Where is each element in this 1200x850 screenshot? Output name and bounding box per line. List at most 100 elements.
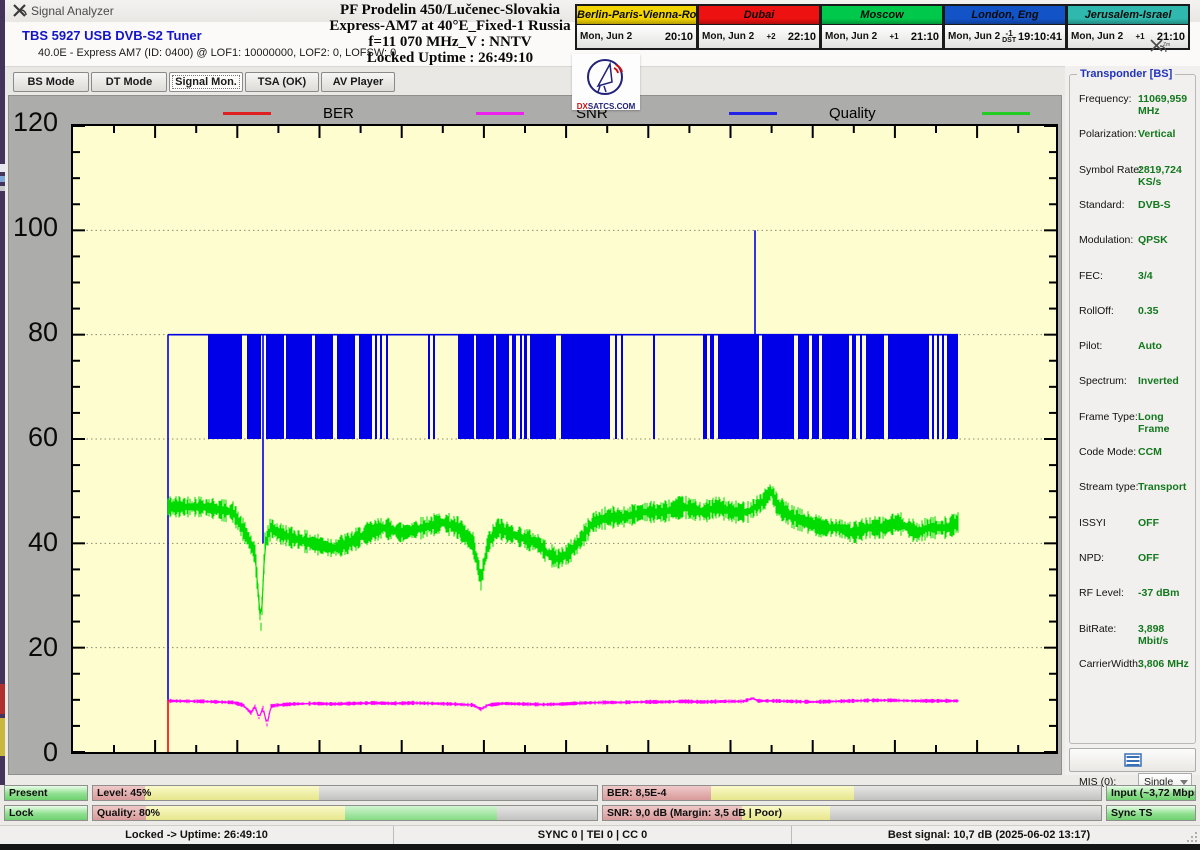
list-rows-icon: [1124, 753, 1142, 767]
transponder-row-label: Stream type:: [1079, 481, 1139, 493]
y-axis-tick-label: 60: [8, 422, 58, 453]
clock-body: Mon, Jun 2 -1 DST 19:10:41: [945, 25, 1065, 48]
transponder-row-value: 3/4: [1138, 270, 1153, 282]
clock-body: Mon, Jun 2 +2 22:10: [699, 25, 819, 48]
clock-date: Mon, Jun 2: [580, 31, 632, 42]
transponder-row-label: FEC:: [1079, 270, 1103, 282]
clock-city: Moscow: [822, 6, 942, 25]
transponder-row-label: Polarization:: [1079, 128, 1137, 140]
transponder-row-label: Modulation:: [1079, 234, 1133, 246]
level-bar-label: Level: 45%: [97, 787, 151, 799]
input-label: Input (~3,72 Mbps): [1111, 787, 1196, 799]
transponder-row-value: OFF: [1138, 552, 1159, 564]
transponder-row-value: Vertical: [1138, 128, 1175, 140]
lock-indicator: Lock: [4, 805, 88, 821]
signal-monitor-panel: BER SNR Quality Level: [8, 95, 1062, 775]
clock-city: Berlin-Paris-Vienna-Roma: [577, 6, 696, 25]
bottom-edge-strip: [0, 844, 1200, 850]
clock-date: Mon, Jun 2: [702, 31, 754, 42]
clock-date: Mon, Jun 2: [948, 31, 1000, 42]
legend-line-swatch: [223, 112, 271, 115]
app-satellite-icon: [12, 3, 28, 19]
level-bar: Level: 45%: [92, 785, 598, 801]
clock-card: Dubai Mon, Jun 2 +2 22:10: [698, 4, 821, 50]
present-label: Present: [9, 787, 48, 799]
transponder-row-label: Frequency:: [1079, 93, 1132, 105]
transponder-row-value: 11069,959 MHz: [1138, 93, 1195, 117]
transponder-row-label: NPD:: [1079, 552, 1104, 564]
transponder-row-label: Frame Type:: [1079, 411, 1138, 423]
transponder-row-value: Long Frame: [1138, 411, 1195, 435]
mini-satellite-icon: Zm: [1148, 38, 1170, 54]
quality-bar-label: Quality: 80%: [97, 807, 160, 819]
input-indicator: Input (~3,72 Mbps): [1106, 785, 1196, 801]
clock-utc-offset: +2: [754, 33, 788, 40]
transponder-row-label: RF Level:: [1079, 587, 1124, 599]
clock-date: Mon, Jun 2: [825, 31, 877, 42]
clock-time: 19:10:41: [1018, 31, 1062, 43]
clock-body: Mon, Jun 2 20:10: [577, 25, 696, 48]
clock-body: Mon, Jun 2 +1 21:10: [822, 25, 942, 48]
transponder-row-value: 3,806 MHz: [1138, 658, 1189, 670]
tab-button[interactable]: Signal Mon.: [169, 72, 243, 92]
ber-bar: BER: 8,5E-4: [602, 785, 1102, 801]
y-axis-tick-label: 0: [8, 737, 58, 768]
clock-card: Berlin-Paris-Vienna-Roma Mon, Jun 2 20:1…: [575, 4, 698, 50]
signal-chart-plot: [71, 124, 1058, 754]
transponder-row-label: CarrierWidth:: [1079, 658, 1141, 670]
y-axis-tick-label: 100: [8, 212, 58, 243]
legend-line-swatch: [476, 112, 524, 115]
status-bar: Locked -> Uptime: 26:49:10 SYNC 0 | TEI …: [0, 825, 1200, 844]
y-axis-tick-label: 120: [8, 107, 58, 138]
legend-line-swatch: [729, 112, 777, 115]
transponder-row-value: 0.35: [1138, 305, 1158, 317]
tab-button[interactable]: AV Player: [321, 72, 395, 92]
transponder-panel: Transponder [BS] Frequency: 11069,959 MH…: [1065, 66, 1200, 775]
transponder-row-value: Transport: [1138, 481, 1186, 493]
window-title: Signal Analyzer: [31, 4, 114, 18]
transponder-groupbox: Transponder [BS] Frequency: 11069,959 MH…: [1069, 74, 1196, 744]
transponder-row-value: 3,898 Mbit/s: [1138, 623, 1195, 647]
ber-bar-label: BER: 8,5E-4: [607, 787, 667, 799]
transponder-row-label: BitRate:: [1079, 623, 1116, 635]
dxsatcs-logo-icon: [584, 56, 628, 98]
transponder-row-value: Inverted: [1138, 375, 1179, 387]
clock-utc-offset: -1: [1000, 30, 1018, 37]
transponder-row-value: CCM: [1138, 446, 1162, 458]
clock-time: 21:10: [911, 31, 939, 43]
status-best-signal: Best signal: 10,7 dB (2025-06-02 13:17): [792, 826, 1186, 844]
transponder-row-value: OFF: [1138, 517, 1159, 529]
present-indicator: Present: [4, 785, 88, 801]
transponder-title: Transponder [BS]: [1077, 68, 1175, 80]
dxsatcs-logo-text: DXSATCS.COM: [572, 102, 640, 111]
tab-button[interactable]: TSA (OK): [245, 72, 319, 92]
legend-line-swatch: [982, 112, 1030, 115]
transponder-row-label: RollOff:: [1079, 305, 1114, 317]
legend-label: BER: [323, 105, 354, 122]
clock-dst-flag: DST: [1000, 37, 1018, 44]
world-clocks: Berlin-Paris-Vienna-Roma Mon, Jun 2 20:1…: [575, 4, 1190, 50]
svg-text:Zm: Zm: [1163, 42, 1170, 48]
clock-card: London, Eng Mon, Jun 2 -1 DST 19:10:41: [944, 4, 1067, 50]
transponder-row-label: Spectrum:: [1079, 375, 1127, 387]
transponder-row-value: 2819,724 KS/s: [1138, 164, 1195, 188]
legend-item: BER: [223, 105, 354, 122]
tuner-name: TBS 5927 USB DVB-S2 Tuner: [22, 28, 202, 43]
clock-utc-offset: +1: [877, 33, 911, 40]
quality-bar: Quality: 80%: [92, 805, 598, 821]
transponder-row-label: Standard:: [1079, 199, 1125, 211]
y-axis-tick-label: 80: [8, 317, 58, 348]
transponder-row-label: Symbol Rate:: [1079, 164, 1142, 176]
clock-card: Jerusalem-Israel Mon, Jun 2 +1 21:10: [1067, 4, 1190, 50]
clock-card: Moscow Mon, Jun 2 +1 21:10: [821, 4, 944, 50]
capture-list-button[interactable]: [1069, 748, 1196, 772]
dxsatcs-logo: DXSATCS.COM: [572, 54, 640, 110]
tab-button[interactable]: BS Mode: [13, 72, 89, 92]
resize-grip[interactable]: [1187, 831, 1198, 842]
sync-ts-label: Sync TS: [1111, 807, 1152, 819]
legend-label: Quality: [829, 105, 876, 122]
clock-city: Jerusalem-Israel: [1068, 6, 1188, 25]
transponder-row-value: -37 dBm: [1138, 587, 1179, 599]
tab-button[interactable]: DT Mode: [91, 72, 167, 92]
window-edge-strip: [0, 0, 5, 785]
